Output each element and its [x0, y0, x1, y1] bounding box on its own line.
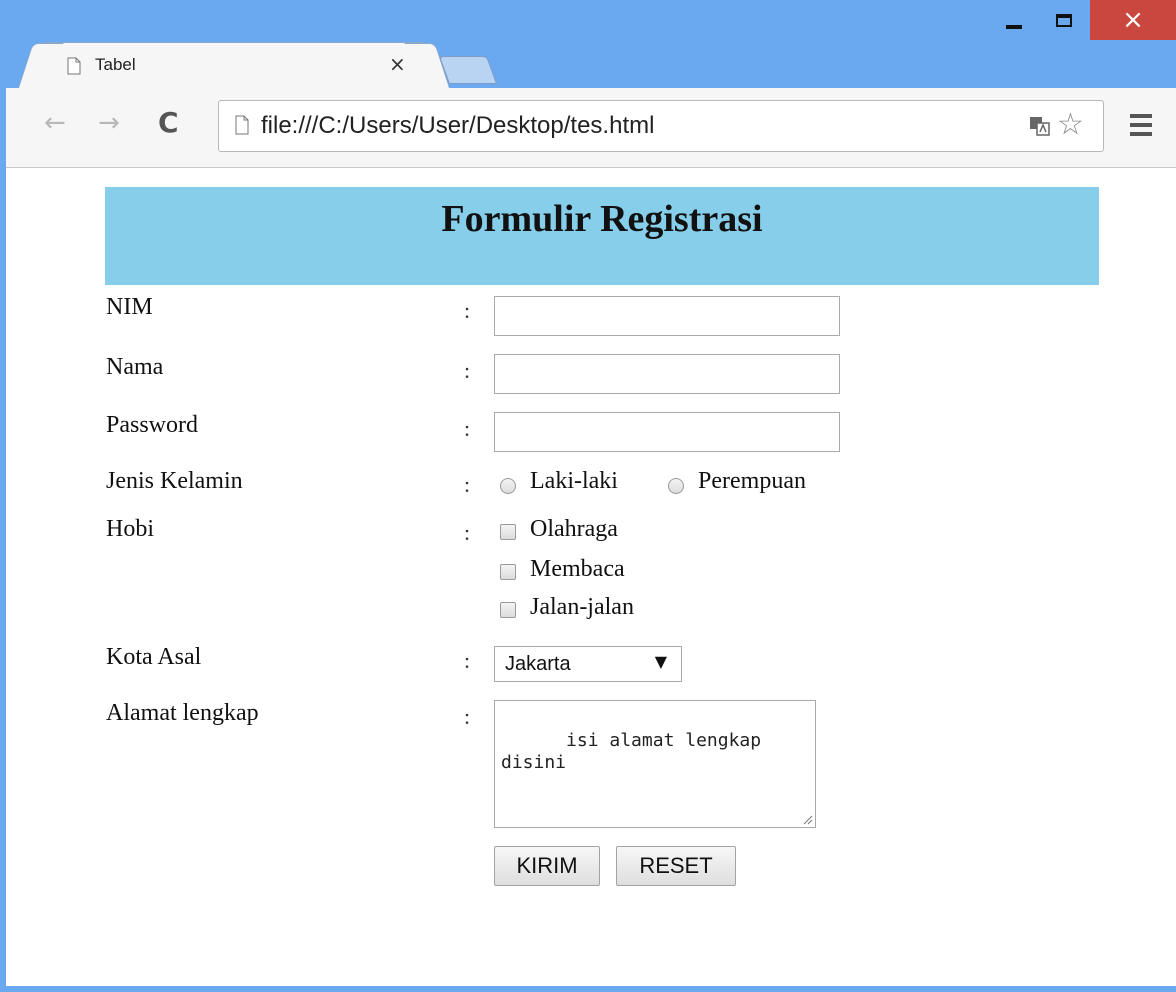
checkbox-membaca[interactable]	[500, 564, 516, 580]
colon: :	[464, 648, 471, 673]
nama-label: Nama	[106, 354, 164, 380]
form-header: Formulir Registrasi	[105, 187, 1099, 285]
colon: :	[464, 704, 471, 729]
colon: :	[464, 298, 471, 323]
window-close-button[interactable]: ×	[1090, 0, 1176, 40]
radio-label-perempuan: Perempuan	[698, 468, 806, 494]
page-content: Formulir Registrasi NIM : Nama : Passwor…	[6, 168, 1176, 986]
back-arrow-icon[interactable]: ←	[44, 110, 66, 136]
checkbox-olahraga[interactable]	[500, 524, 516, 540]
tab-tabel[interactable]: Tabel ×	[40, 42, 428, 88]
page-title: Formulir Registrasi	[441, 198, 763, 240]
hobi-label: Hobi	[106, 516, 154, 542]
radio-laki-laki[interactable]	[500, 478, 516, 494]
menu-icon[interactable]	[1130, 114, 1152, 141]
checkbox-jalan-jalan[interactable]	[500, 602, 516, 618]
kirim-button[interactable]: KIRIM	[494, 846, 600, 886]
browser-window: × Tabel × ← → C file:///C:/Users/User/De…	[0, 0, 1176, 992]
maximize-button[interactable]	[1040, 0, 1088, 40]
jenis-kelamin-label: Jenis Kelamin	[106, 468, 243, 494]
title-bar: × Tabel ×	[0, 0, 1176, 88]
checkbox-label-olahraga: Olahraga	[530, 516, 618, 542]
kota-asal-label: Kota Asal	[106, 644, 202, 670]
checkbox-label-jalan-jalan: Jalan-jalan	[530, 594, 634, 620]
minimize-button[interactable]	[990, 0, 1038, 40]
password-field[interactable]	[494, 412, 840, 452]
url-text[interactable]: file:///C:/Users/User/Desktop/tes.html	[261, 112, 654, 140]
nama-field[interactable]	[494, 354, 840, 394]
reload-icon[interactable]: C	[158, 109, 179, 137]
page-icon	[235, 115, 249, 135]
password-label: Password	[106, 412, 199, 438]
bookmark-star-icon[interactable]: ☆	[1057, 107, 1084, 143]
minimize-icon	[1006, 25, 1022, 29]
new-tab-button[interactable]	[438, 56, 498, 84]
radio-perempuan[interactable]	[668, 478, 684, 494]
forward-arrow-icon[interactable]: →	[98, 110, 120, 136]
address-bar[interactable]: file:///C:/Users/User/Desktop/tes.html ☆	[218, 100, 1104, 152]
tab-close-icon[interactable]: ×	[389, 52, 406, 76]
nim-field[interactable]	[494, 296, 840, 336]
maximize-icon	[1056, 13, 1072, 27]
reset-button[interactable]: RESET	[616, 846, 736, 886]
browser-toolbar: ← → C file:///C:/Users/User/Desktop/tes.…	[6, 88, 1176, 168]
colon: :	[464, 416, 471, 441]
dropdown-arrow-icon: ▼	[654, 652, 667, 671]
nim-label: NIM	[106, 294, 153, 320]
tab-title: Tabel	[95, 55, 136, 74]
colon: :	[464, 358, 471, 383]
kota-asal-select[interactable]: Jakarta ▼	[494, 646, 682, 682]
colon: :	[464, 520, 471, 545]
alamat-textarea[interactable]: isi alamat lengkap disini	[494, 700, 816, 828]
checkbox-label-membaca: Membaca	[530, 556, 625, 582]
page-icon	[67, 57, 81, 75]
textarea-text: isi alamat lengkap disini	[501, 730, 772, 773]
select-value: Jakarta	[505, 653, 571, 675]
resize-grip-icon[interactable]	[801, 813, 813, 825]
alamat-label: Alamat lengkap	[106, 700, 259, 726]
radio-label-laki-laki: Laki-laki	[530, 468, 618, 494]
colon: :	[464, 472, 471, 497]
translate-icon[interactable]	[1029, 115, 1051, 137]
